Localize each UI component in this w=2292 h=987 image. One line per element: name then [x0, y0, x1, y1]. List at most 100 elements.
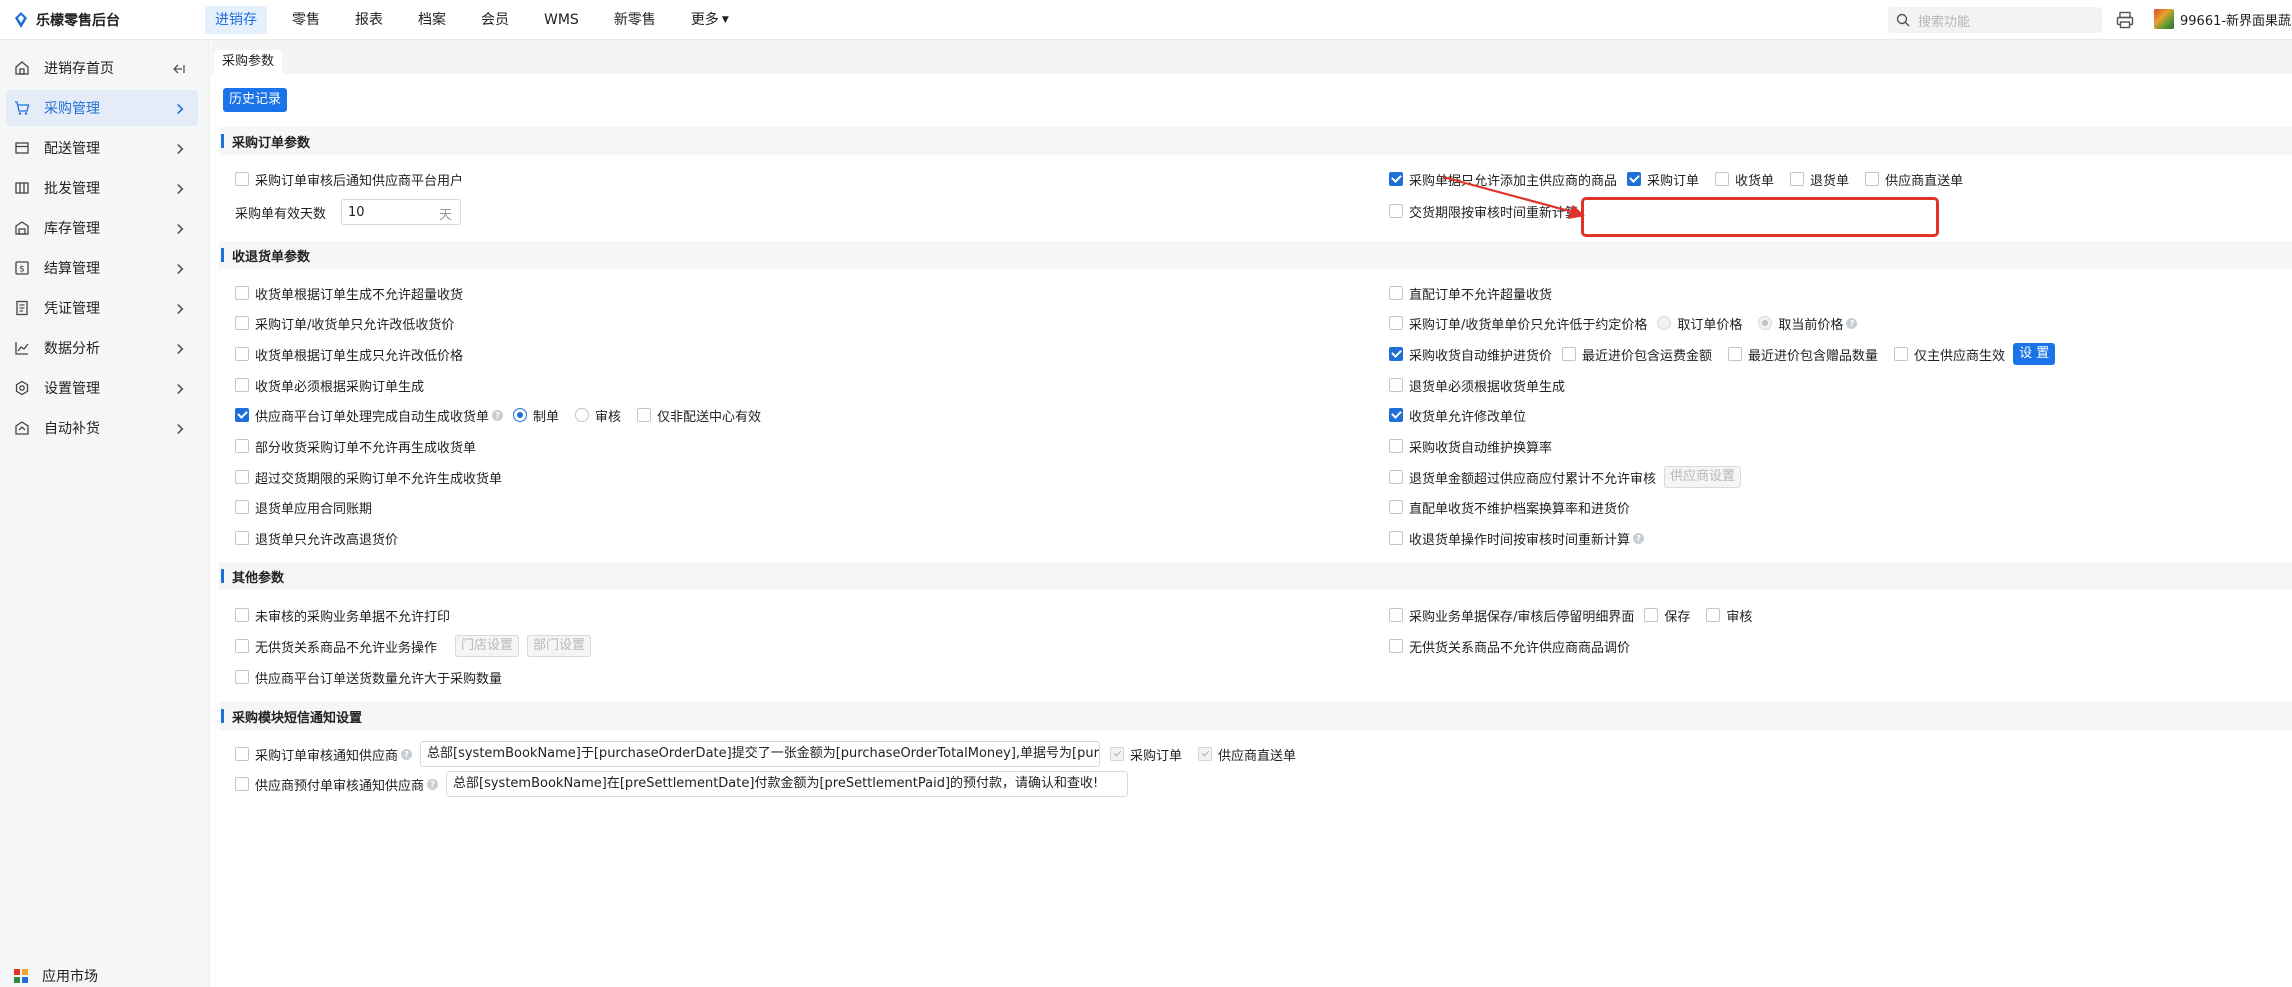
checkbox-freight[interactable] — [1562, 347, 1577, 361]
checkbox[interactable] — [1389, 316, 1403, 330]
sidebar-item-auto-replenish[interactable]: 自动补货 — [6, 410, 198, 446]
checkbox-gift[interactable] — [1728, 347, 1743, 361]
checkbox[interactable] — [235, 531, 249, 545]
app-logo[interactable]: 乐檬零售后台 — [12, 10, 120, 30]
checkbox-audit[interactable] — [1706, 608, 1721, 622]
user-menu[interactable]: 99661-新界面果蔬 — [2154, 9, 2291, 29]
history-button[interactable]: 历史记录 — [223, 88, 288, 112]
checkbox[interactable] — [235, 408, 249, 422]
radio-make[interactable] — [513, 408, 528, 422]
option-label: 收货单根据订单生成只允许改低价格 — [255, 348, 464, 364]
checkbox[interactable] — [235, 286, 249, 300]
sidebar-item-wholesale[interactable]: 批发管理 — [6, 170, 198, 206]
checkbox[interactable] — [235, 500, 249, 514]
sidebar-item-label: 库存管理 — [44, 221, 100, 237]
checkbox-sms-direct[interactable] — [1198, 747, 1213, 761]
checkbox-return[interactable] — [1790, 172, 1805, 186]
checkbox[interactable] — [1389, 347, 1403, 361]
sidebar-item-settings[interactable]: 设置管理 — [6, 370, 198, 406]
checkbox[interactable] — [1389, 531, 1403, 545]
checkbox[interactable] — [1389, 204, 1403, 218]
sidebar-item-stock[interactable]: 库存管理 — [6, 210, 198, 246]
section-marker — [221, 248, 224, 262]
nav-item-reports[interactable]: 报表 — [345, 6, 393, 34]
checkbox[interactable] — [235, 316, 249, 330]
help-icon[interactable]: ? — [1846, 317, 1858, 329]
radio-current-price[interactable] — [1758, 316, 1773, 330]
sidebar-item-inventory-home[interactable]: 进销存首页 — [6, 50, 198, 86]
supplier-settings-button[interactable]: 供应商设置 — [1664, 466, 1742, 488]
nav-item-inventory[interactable]: 进销存 — [205, 6, 267, 34]
sidebar-item-analytics[interactable]: 数据分析 — [6, 330, 198, 366]
collapse-sidebar-icon[interactable] — [172, 61, 186, 77]
help-icon[interactable]: ? — [1633, 532, 1645, 544]
checkbox[interactable] — [235, 670, 249, 684]
checkbox-main-supplier[interactable] — [1894, 347, 1909, 361]
checkbox[interactable] — [235, 777, 249, 791]
option-label: 部分收货采购订单不允许再生成收货单 — [255, 440, 477, 456]
checkbox[interactable] — [1389, 608, 1403, 622]
sidebar-item-purchase[interactable]: 采购管理 — [6, 90, 198, 126]
store-settings-button[interactable]: 门店设置 — [455, 635, 520, 657]
checkbox[interactable] — [1389, 470, 1403, 484]
chevron-right-icon — [177, 263, 184, 275]
nav-item-more[interactable]: 更多 ▼ — [681, 6, 739, 34]
checkbox-non-dc[interactable] — [637, 408, 652, 422]
option-label: 采购订单审核通知供应商 — [255, 748, 399, 764]
checkbox-save[interactable] — [1644, 608, 1659, 622]
sidebar-item-label: 设置管理 — [44, 381, 100, 397]
checkbox-receipt[interactable] — [1715, 172, 1730, 186]
checkbox[interactable] — [1389, 172, 1403, 186]
option-direct-no-over: 直配订单不允许超量收货 — [1389, 283, 1552, 303]
settings-button[interactable]: 设 置 — [2013, 343, 2056, 365]
checkbox[interactable] — [1389, 500, 1403, 514]
checkbox[interactable] — [1389, 286, 1403, 300]
order-sms-template-input[interactable]: 总部[systemBookName]于[purchaseOrderDate]提交… — [420, 741, 1101, 767]
checkbox[interactable] — [235, 639, 249, 653]
printer-icon[interactable] — [2115, 10, 2135, 30]
section-title: 采购订单参数 — [232, 135, 311, 151]
checkbox[interactable] — [1389, 639, 1403, 653]
checkbox[interactable] — [1389, 378, 1403, 392]
sidebar-item-settlement[interactable]: $ 结算管理 — [6, 250, 198, 286]
search-input[interactable]: 搜索功能 — [1888, 7, 2102, 33]
radio-audit[interactable] — [575, 408, 590, 422]
nav-item-members[interactable]: 会员 — [471, 6, 519, 34]
option-sms-prepay-notify: 供应商预付单审核通知供应商 ? 总部[systemBookName]在[preS… — [235, 770, 1129, 798]
help-icon[interactable]: ? — [427, 778, 439, 790]
nav-item-new-retail[interactable]: 新零售 — [604, 6, 666, 34]
checkbox-sms-purchase-order[interactable] — [1110, 747, 1125, 761]
sidebar-item-label: 批发管理 — [44, 181, 100, 197]
checkbox[interactable] — [235, 172, 249, 186]
valid-days-input[interactable]: 10 天 — [341, 199, 461, 225]
checkbox[interactable] — [235, 439, 249, 453]
gear-icon — [15, 380, 29, 396]
dept-settings-button[interactable]: 部门设置 — [527, 635, 592, 657]
checkbox[interactable] — [235, 378, 249, 392]
option-auto-maintain-price: 采购收货自动维护进货价 最近进价包含运费金额 最近进价包含赠品数量 仅主供应商生… — [1389, 343, 2056, 365]
nav-item-archives[interactable]: 档案 — [408, 6, 456, 34]
nav-item-retail[interactable]: 零售 — [282, 6, 330, 34]
checkbox[interactable] — [235, 470, 249, 484]
help-icon[interactable]: ? — [401, 748, 413, 760]
app-market[interactable]: 应用市场 — [14, 966, 98, 986]
checkbox-purchase-order[interactable] — [1627, 172, 1642, 186]
radio-order-price[interactable] — [1657, 316, 1672, 330]
option-below-agreed-price: 采购订单/收货单单价只允许低于约定价格 取订单价格 取当前价格 ? — [1389, 313, 1858, 333]
checkbox[interactable] — [235, 747, 249, 761]
help-icon[interactable]: ? — [492, 409, 504, 421]
checkbox[interactable] — [1389, 439, 1403, 453]
checkbox[interactable] — [235, 608, 249, 622]
option-label: 收货单根据订单生成不允许超量收货 — [255, 287, 464, 303]
nav-item-wms[interactable]: WMS — [534, 6, 589, 34]
checkbox-direct-delivery[interactable] — [1865, 172, 1880, 186]
sidebar-item-voucher[interactable]: 凭证管理 — [6, 290, 198, 326]
checkbox[interactable] — [235, 347, 249, 361]
sidebar-item-distribution[interactable]: 配送管理 — [6, 130, 198, 166]
option-no-price-adjust: 无供货关系商品不允许供应商商品调价 — [1389, 636, 1630, 656]
prepay-sms-template-input[interactable]: 总部[systemBookName]在[preSettlementDate]付款… — [446, 771, 1129, 797]
chevron-right-icon — [177, 183, 184, 195]
checkbox[interactable] — [1389, 408, 1403, 422]
tab-purchase-params[interactable]: 采购参数 — [214, 50, 283, 74]
section-receive-params: 收退货单参数 — [219, 241, 2292, 269]
